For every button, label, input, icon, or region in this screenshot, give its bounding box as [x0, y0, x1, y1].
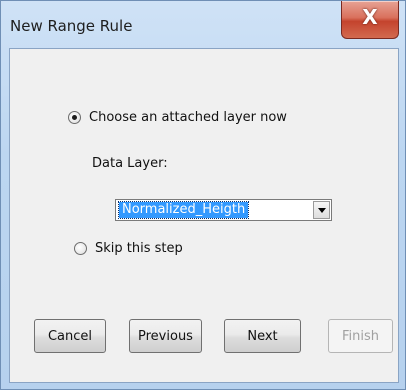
- skip-step-option[interactable]: Skip this step: [74, 241, 183, 256]
- data-layer-select[interactable]: Normalized_Heigth: [115, 199, 332, 221]
- data-layer-selected-value: Normalized_Heigth: [117, 201, 250, 219]
- previous-button[interactable]: Previous: [129, 319, 202, 353]
- skip-step-label: Skip this step: [95, 241, 183, 256]
- data-layer-label: Data Layer:: [92, 156, 168, 171]
- dialog-window: New Range Rule X Choose an attached laye…: [0, 0, 406, 390]
- close-icon: X: [362, 5, 378, 29]
- close-button[interactable]: X: [341, 1, 399, 39]
- window-title: New Range Rule: [10, 17, 133, 35]
- skip-step-radio[interactable]: [74, 242, 87, 255]
- cancel-button[interactable]: Cancel: [34, 319, 106, 353]
- finish-button: Finish: [328, 319, 393, 353]
- chevron-down-icon[interactable]: [313, 201, 330, 219]
- next-button[interactable]: Next: [224, 319, 301, 353]
- attach-layer-radio[interactable]: [68, 111, 81, 124]
- attach-layer-option[interactable]: Choose an attached layer now: [68, 110, 287, 125]
- attach-layer-label: Choose an attached layer now: [89, 110, 287, 125]
